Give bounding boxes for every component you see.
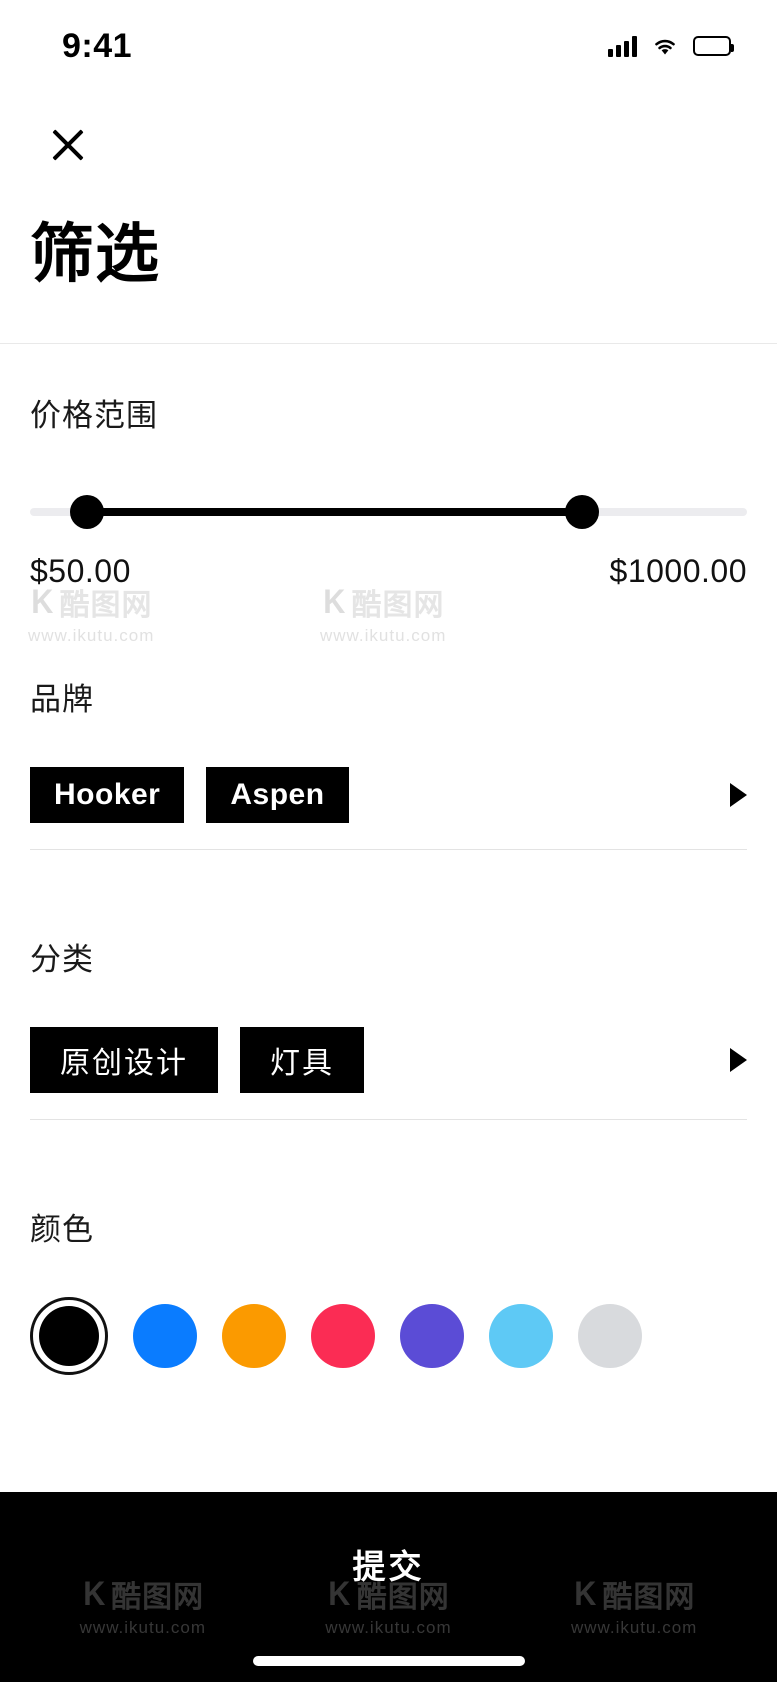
page-title: 筛选 bbox=[30, 218, 160, 290]
brand-chip-row: Hooker Aspen bbox=[30, 767, 747, 824]
color-swatch-row bbox=[30, 1297, 747, 1376]
status-time: 9:41 bbox=[62, 26, 133, 65]
filter-content: 价格范围 $50.00 $1000.00 品牌 Hooker Aspen 分类 … bbox=[0, 344, 777, 1492]
color-swatch-fill bbox=[39, 1306, 99, 1367]
chevron-right-icon[interactable] bbox=[730, 1048, 747, 1073]
watermark: K 酷图网 www.ikutu.com bbox=[80, 1572, 206, 1638]
color-swatch-orange[interactable] bbox=[222, 1304, 286, 1369]
color-section: 颜色 bbox=[0, 1120, 777, 1376]
category-label: 分类 bbox=[30, 942, 94, 978]
category-chip-original-design[interactable]: 原创设计 bbox=[30, 1027, 218, 1094]
brand-chip-hooker[interactable]: Hooker bbox=[30, 767, 185, 824]
wifi-icon bbox=[651, 35, 679, 57]
watermark: K 酷图网 www.ikutu.com bbox=[325, 1572, 451, 1638]
chevron-right-icon[interactable] bbox=[730, 783, 747, 808]
color-swatch-pink[interactable] bbox=[311, 1304, 375, 1369]
price-min-value: $50.00 bbox=[30, 553, 131, 590]
close-icon[interactable] bbox=[36, 112, 100, 176]
color-swatch-grey[interactable] bbox=[578, 1304, 642, 1369]
price-values: $50.00 $1000.00 bbox=[30, 553, 747, 590]
category-chip-lighting[interactable]: 灯具 bbox=[240, 1027, 364, 1094]
price-max-value: $1000.00 bbox=[609, 553, 747, 590]
price-range-slider[interactable] bbox=[30, 495, 747, 530]
brand-section: 品牌 Hooker Aspen bbox=[0, 590, 777, 851]
watermark-mark: K bbox=[328, 1574, 352, 1613]
category-section: 分类 原创设计 灯具 bbox=[0, 850, 777, 1121]
color-swatch-blue[interactable] bbox=[133, 1304, 197, 1369]
home-indicator bbox=[252, 1656, 525, 1666]
slider-selected-range bbox=[87, 508, 583, 517]
slider-max-handle[interactable] bbox=[565, 495, 600, 530]
color-swatch-black-selected[interactable] bbox=[30, 1297, 108, 1376]
color-swatch-sky[interactable] bbox=[489, 1304, 553, 1369]
brand-label: 品牌 bbox=[30, 682, 94, 718]
watermark-brand: 酷图网 bbox=[602, 1581, 696, 1614]
price-range-label: 价格范围 bbox=[30, 398, 158, 434]
category-chip-row: 原创设计 灯具 bbox=[30, 1027, 747, 1094]
watermark-mark: K bbox=[574, 1574, 598, 1613]
watermark-url: www.ikutu.com bbox=[79, 1618, 207, 1637]
color-swatch-purple[interactable] bbox=[400, 1304, 464, 1369]
header-bar bbox=[0, 92, 777, 176]
brand-chip-aspen[interactable]: Aspen bbox=[206, 767, 349, 824]
submit-bar[interactable]: 提交 K 酷图网 www.ikutu.com K 酷图网 www.ikutu.com… bbox=[0, 1492, 777, 1682]
slider-min-handle[interactable] bbox=[70, 495, 105, 530]
watermark-url: www.ikutu.com bbox=[570, 1618, 698, 1637]
watermark: K 酷图网 www.ikutu.com bbox=[571, 1572, 697, 1638]
status-bar: 9:41 bbox=[0, 0, 777, 92]
watermark-brand: 酷图网 bbox=[111, 1581, 205, 1614]
battery-icon bbox=[693, 36, 734, 56]
status-icons bbox=[608, 35, 734, 57]
watermark-url: www.ikutu.com bbox=[325, 1618, 452, 1637]
footer-watermark-row: K 酷图网 www.ikutu.com K 酷图网 www.ikutu.com K酷… bbox=[0, 1572, 777, 1638]
color-label: 颜色 bbox=[30, 1212, 94, 1248]
watermark-brand: 酷图网 bbox=[356, 1581, 450, 1614]
price-range-section: 价格范围 $50.00 $1000.00 bbox=[0, 344, 777, 590]
watermark-mark: K bbox=[82, 1574, 106, 1613]
cellular-signal-icon bbox=[608, 35, 637, 57]
filter-screen: 9:41 筛选 价格范围 $50.00 $1000.00 品牌 Hooker A… bbox=[0, 0, 777, 1682]
